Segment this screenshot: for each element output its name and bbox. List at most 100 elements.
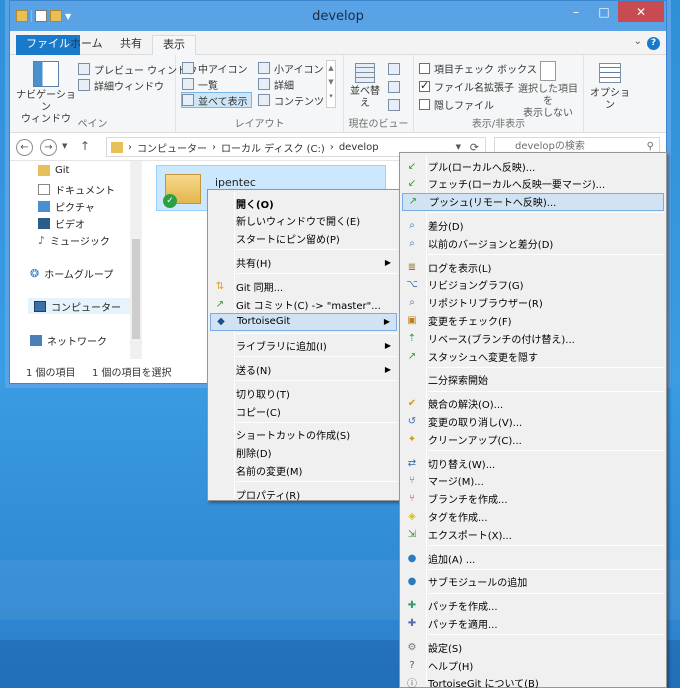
context-menu-item[interactable]: ショートカットの作成(S) xyxy=(210,426,397,444)
tortoisegit-menu-item[interactable]: ⓘ TortoiseGit について(B) xyxy=(402,674,664,688)
nav-item-documents[interactable]: ドキュメント xyxy=(38,182,115,197)
nav-item-music[interactable]: ♪ ミュージック xyxy=(38,233,110,248)
file-name: ipentec xyxy=(215,176,256,189)
size-columns-icon[interactable] xyxy=(388,99,400,111)
tab-share[interactable]: 共有 xyxy=(110,35,152,55)
nav-item-pictures[interactable]: ピクチャ xyxy=(38,199,95,214)
content-icon xyxy=(258,94,270,106)
layout-small-icons[interactable]: 小アイコン xyxy=(258,60,324,76)
tiles-icon xyxy=(182,94,194,106)
context-menu-item[interactable]: ◆ TortoiseGit ▶ xyxy=(210,312,397,331)
layout-tiles[interactable]: 並べて表示 xyxy=(181,92,252,108)
rebase-icon: ⇡ xyxy=(407,332,417,344)
context-menu-item[interactable]: ↗ Git コミット(C) -> "master"... xyxy=(210,295,397,313)
tortoisegit-menu-item[interactable]: ◈ タグを作成... xyxy=(402,507,664,525)
layout-medium-icons[interactable]: 中アイコン xyxy=(182,60,248,76)
tortoisegit-menu-item[interactable]: ⑂ マージ(M)... xyxy=(402,472,664,490)
tortoisegit-menu-item[interactable]: ↗ プッシュ(リモートへ反映)... xyxy=(402,192,664,211)
tortoisegit-menu-item[interactable]: ⚙ 設定(S) xyxy=(402,638,664,656)
menu-item-label: 送る(N) xyxy=(236,365,272,377)
tortoisegit-menu-item[interactable]: ✔ 競合の解決(O)... xyxy=(402,395,664,413)
tortoisegit-menu-item[interactable]: ↗ スタッシュへ変更を隠す xyxy=(402,347,664,365)
details-icon xyxy=(258,78,270,90)
nav-item-git[interactable]: Git xyxy=(38,165,69,176)
tortoisegit-menu-item[interactable]: ? ヘルプ(H) xyxy=(402,656,664,674)
nav-scrollbar[interactable] xyxy=(130,161,142,359)
menu-item-label: 競合の解決(O)... xyxy=(428,400,504,412)
tortoisegit-menu-item[interactable]: ⌕ リポジトリブラウザー(R) xyxy=(402,294,664,312)
tortoisegit-menu-item[interactable]: ● 追加(A) ... xyxy=(402,549,664,567)
context-menu-item[interactable]: ⇅ Git 同期... xyxy=(210,277,397,295)
nav-item-computer[interactable]: コンピューター xyxy=(28,298,132,314)
menu-item-label: スタートにピン留め(P) xyxy=(236,235,340,247)
tortoisegit-menu-item[interactable]: ● サブモジュールの追加 xyxy=(402,573,664,591)
context-menu-item[interactable]: 削除(D) xyxy=(210,444,397,462)
context-menu-item[interactable]: 送る(N) ▶ xyxy=(210,360,397,378)
tortoisegit-menu-item[interactable]: ↙ プル(ローカルへ反映)... xyxy=(402,157,664,175)
context-menu-item[interactable]: プロパティ(R) xyxy=(210,485,397,503)
details-pane-button[interactable]: 詳細ウィンドウ xyxy=(78,77,164,93)
add-columns-icon[interactable] xyxy=(388,81,400,93)
context-menu-item[interactable]: 開く(O) xyxy=(210,194,397,212)
hide-selected-button[interactable]: 選択した項目を 表示しない xyxy=(514,61,582,120)
scrollbar-thumb[interactable] xyxy=(132,239,140,339)
context-menu-item[interactable]: 名前の変更(M) xyxy=(210,461,397,479)
nav-item-homegroup[interactable]: ❂ ホームグループ xyxy=(30,266,113,281)
nav-item-videos[interactable]: ビデオ xyxy=(38,216,85,231)
context-menu-item[interactable]: 共有(H) ▶ xyxy=(210,253,397,271)
tortoisegit-menu-item[interactable]: ↺ 変更の取り消し(V)... xyxy=(402,412,664,430)
tortoisegit-menu-item[interactable]: ⇡ リベース(ブランチの付け替え)... xyxy=(402,329,664,347)
tab-home[interactable]: ホーム xyxy=(60,35,113,55)
help-icon[interactable]: ? xyxy=(647,37,660,50)
tortoisegit-menu-item[interactable]: ⇄ 切り替え(W)... xyxy=(402,454,664,472)
layout-list[interactable]: 一覧 xyxy=(182,76,218,92)
apply-patch-icon: ✚ xyxy=(407,617,417,629)
back-button[interactable]: ← xyxy=(16,139,33,156)
navigation-pane-icon xyxy=(33,61,59,87)
menu-item-label: 共有(H) xyxy=(236,258,272,270)
tortoisegit-menu-item[interactable]: ≣ ログを表示(L) xyxy=(402,258,664,276)
recent-locations-icon[interactable]: ▼ xyxy=(62,142,67,150)
breadcrumb-computer[interactable]: コンピューター xyxy=(137,140,207,155)
context-menu-item[interactable]: ライブラリに追加(I) ▶ xyxy=(210,337,397,355)
up-arrow-icon[interactable]: ↑ xyxy=(80,139,90,153)
options-button[interactable]: オプション xyxy=(588,63,632,112)
checkbox[interactable] xyxy=(419,62,430,74)
context-menu-item[interactable]: スタートにピン留め(P) xyxy=(210,230,397,248)
layout-scroll[interactable]: ▲ ▼ ▾ xyxy=(326,60,336,108)
tortoisegit-menu-item[interactable]: ▣ 変更をチェック(F) xyxy=(402,311,664,329)
layout-group: 中アイコン 小アイコン 一覧 詳細 並べて表示 コンテンツ ▲ ▼ ▾ レイアウ… xyxy=(176,55,344,133)
tortoisegit-menu-item[interactable]: 二分探索開始 xyxy=(402,371,664,389)
tortoisegit-menu-item[interactable]: ✚ パッチを適用... xyxy=(402,614,664,632)
tab-view[interactable]: 表示 xyxy=(152,35,196,55)
layout-details[interactable]: 詳細 xyxy=(258,76,294,92)
maximize-button[interactable]: □ xyxy=(590,1,618,22)
chevron-down-icon[interactable]: ▼ xyxy=(456,143,461,151)
checkbox-checked[interactable] xyxy=(419,79,430,92)
tortoisegit-menu-item[interactable]: ⇲ エクスポート(X)... xyxy=(402,525,664,543)
forward-button[interactable]: → xyxy=(40,139,57,156)
context-menu-item[interactable]: 切り取り(T) xyxy=(210,384,397,402)
tortoisegit-menu-item[interactable]: ✦ クリーンアップ(C)... xyxy=(402,430,664,448)
tortoisegit-menu-item[interactable]: ⌕ 差分(D) xyxy=(402,216,664,234)
tortoisegit-menu-item[interactable]: ↙ フェッチ(ローカルへ反映一要マージ)... xyxy=(402,175,664,193)
minimize-button[interactable]: – xyxy=(562,1,590,22)
file-extensions-toggle[interactable]: ファイル名拡張子 xyxy=(419,78,514,94)
layout-content[interactable]: コンテンツ xyxy=(258,92,324,108)
context-menu-item[interactable]: 新しいウィンドウで開く(E) xyxy=(210,212,397,230)
music-icon: ♪ xyxy=(38,234,46,247)
tortoisegit-menu-item[interactable]: ⌕ 以前のバージョンと差分(D) xyxy=(402,234,664,252)
close-button[interactable]: ✕ xyxy=(618,1,664,22)
breadcrumb-develop[interactable]: develop xyxy=(339,142,379,153)
tortoisegit-menu-item[interactable]: ⑂ ブランチを作成... xyxy=(402,490,664,508)
nav-item-network[interactable]: ネットワーク xyxy=(30,333,107,348)
sort-button[interactable]: 並べ替え xyxy=(348,63,382,110)
chevron-down-icon[interactable]: ⌄ xyxy=(634,36,642,47)
group-by-icon[interactable] xyxy=(388,63,400,75)
tortoisegit-menu-item[interactable]: ✚ パッチを作成... xyxy=(402,597,664,615)
hidden-items-toggle[interactable]: 隠しファイル xyxy=(419,96,494,112)
tortoisegit-menu-item[interactable]: ⌥ リビジョングラフ(G) xyxy=(402,276,664,294)
checkbox[interactable] xyxy=(419,98,430,110)
breadcrumb-local-disk[interactable]: ローカル ディスク (C:) xyxy=(221,140,325,155)
context-menu-item[interactable]: コピー(C) xyxy=(210,402,397,420)
